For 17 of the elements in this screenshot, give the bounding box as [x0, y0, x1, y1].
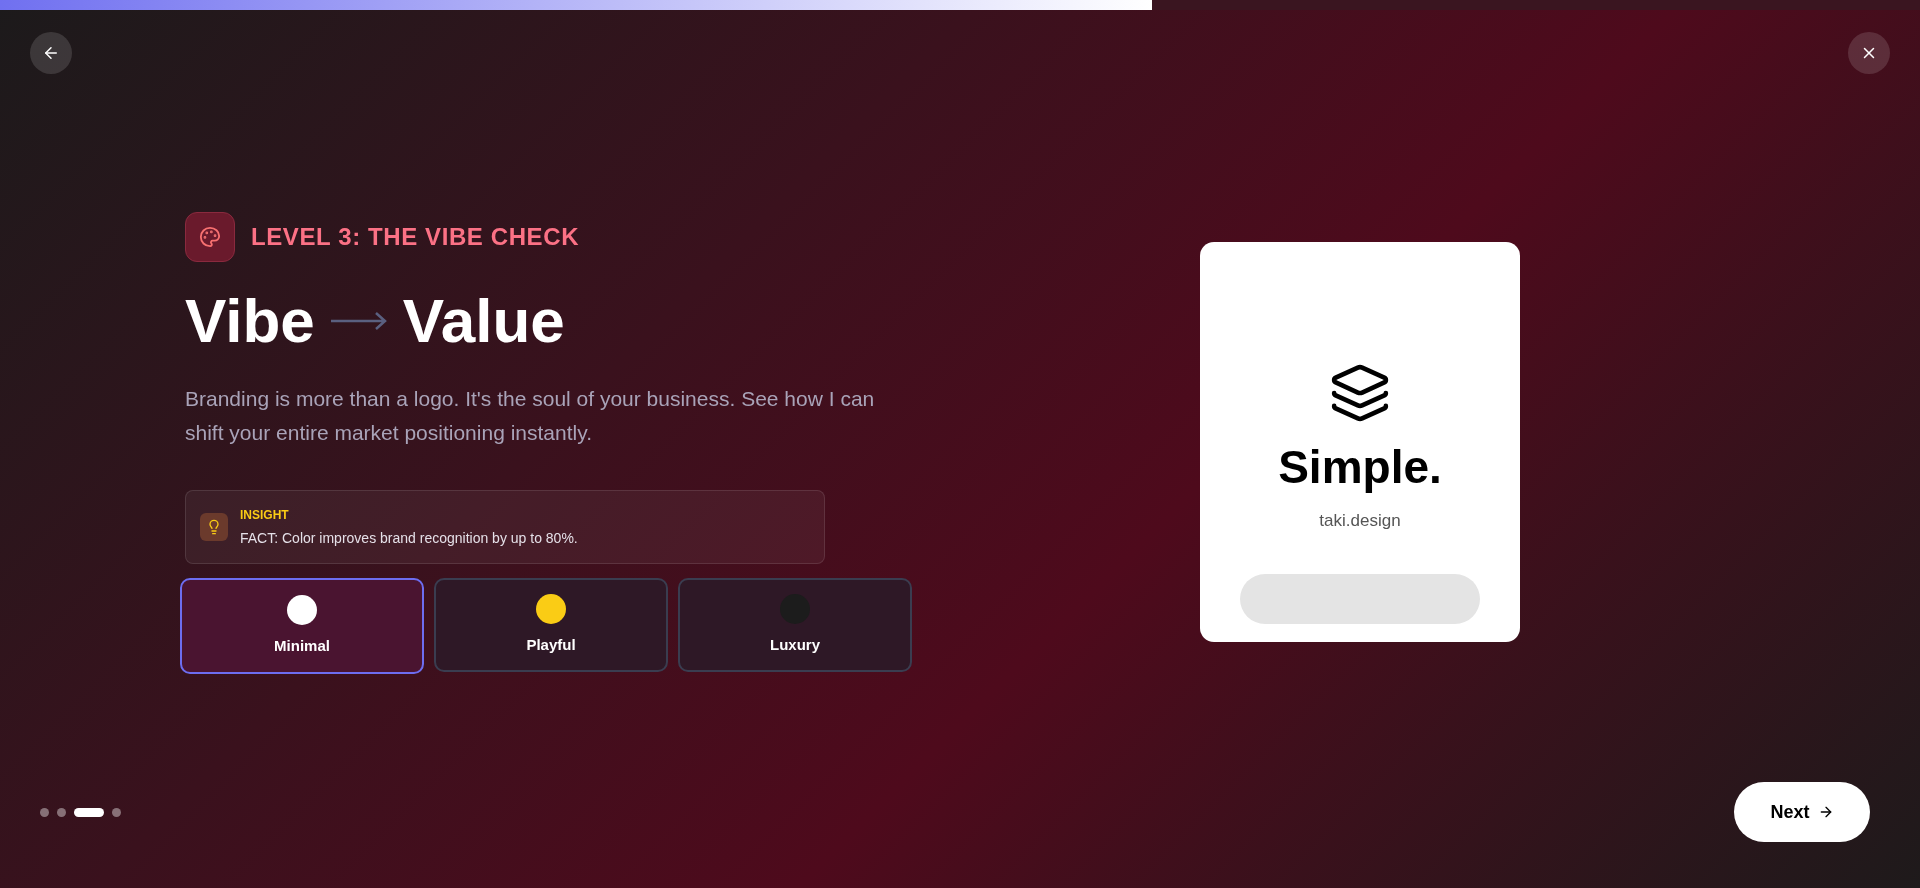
close-button[interactable] [1848, 32, 1890, 74]
next-button[interactable]: Next [1734, 782, 1870, 842]
heading-from: Vibe [185, 290, 315, 352]
style-option[interactable]: Minimal [180, 578, 424, 674]
lightbulb-icon [200, 513, 228, 541]
style-option[interactable]: Playful [434, 578, 668, 672]
preview-subtitle: taki.design [1319, 510, 1401, 532]
heading-to: Value [402, 290, 565, 352]
palette-icon [199, 226, 221, 248]
level-label: LEVEL 3: THE VIBE CHECK [251, 222, 580, 252]
insight-text: FACT: Color improves brand recognition by up to 80%. [240, 528, 578, 548]
layers-icon [1329, 362, 1391, 424]
insight-title: INSIGHT [240, 506, 290, 524]
description: Branding is more than a logo. It's the soul of your business. See how I can shift your entire market positioning instantly. [185, 386, 876, 446]
arrow-icon [328, 310, 389, 332]
back-button[interactable] [30, 32, 72, 74]
style-option[interactable]: Luxury [678, 578, 912, 672]
